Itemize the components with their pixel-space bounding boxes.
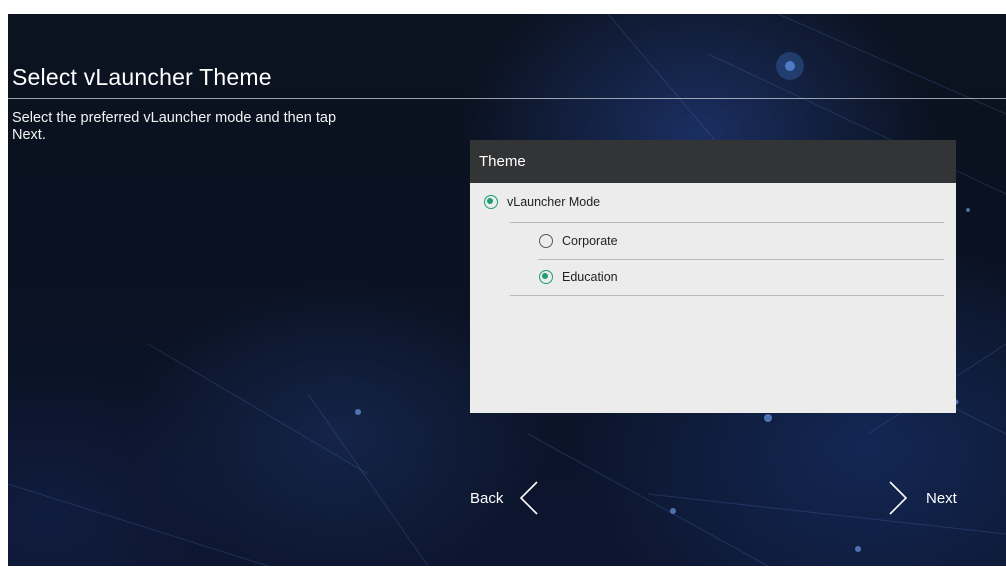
radio-selected-icon[interactable]	[539, 270, 553, 284]
theme-panel: Theme vLauncher Mode Corporate Education	[470, 140, 956, 413]
option-label: Corporate	[562, 234, 618, 248]
divider	[510, 295, 944, 296]
divider	[510, 222, 944, 223]
radio-selected-icon[interactable]	[484, 195, 498, 209]
next-label: Next	[926, 489, 957, 507]
back-button[interactable]: Back	[470, 480, 543, 516]
next-button[interactable]: Next	[884, 480, 957, 516]
theme-panel-header: Theme	[470, 140, 956, 183]
option-corporate[interactable]: Corporate	[539, 234, 618, 248]
title-divider	[8, 98, 1006, 99]
back-label: Back	[470, 489, 504, 507]
page-title: Select vLauncher Theme	[12, 64, 272, 90]
option-education[interactable]: Education	[539, 270, 618, 284]
radio-unselected-icon[interactable]	[539, 234, 553, 248]
setup-screen: Select vLauncher Theme Select the prefer…	[8, 14, 1006, 566]
chevron-left-icon	[520, 481, 538, 515]
chevron-right-icon	[889, 481, 908, 515]
option-vlauncher-mode[interactable]: vLauncher Mode	[484, 195, 600, 209]
divider	[538, 259, 944, 260]
option-label: vLauncher Mode	[507, 195, 601, 209]
option-label: Education	[562, 270, 618, 284]
page-instructions: Select the preferred vLauncher mode and …	[12, 110, 337, 143]
